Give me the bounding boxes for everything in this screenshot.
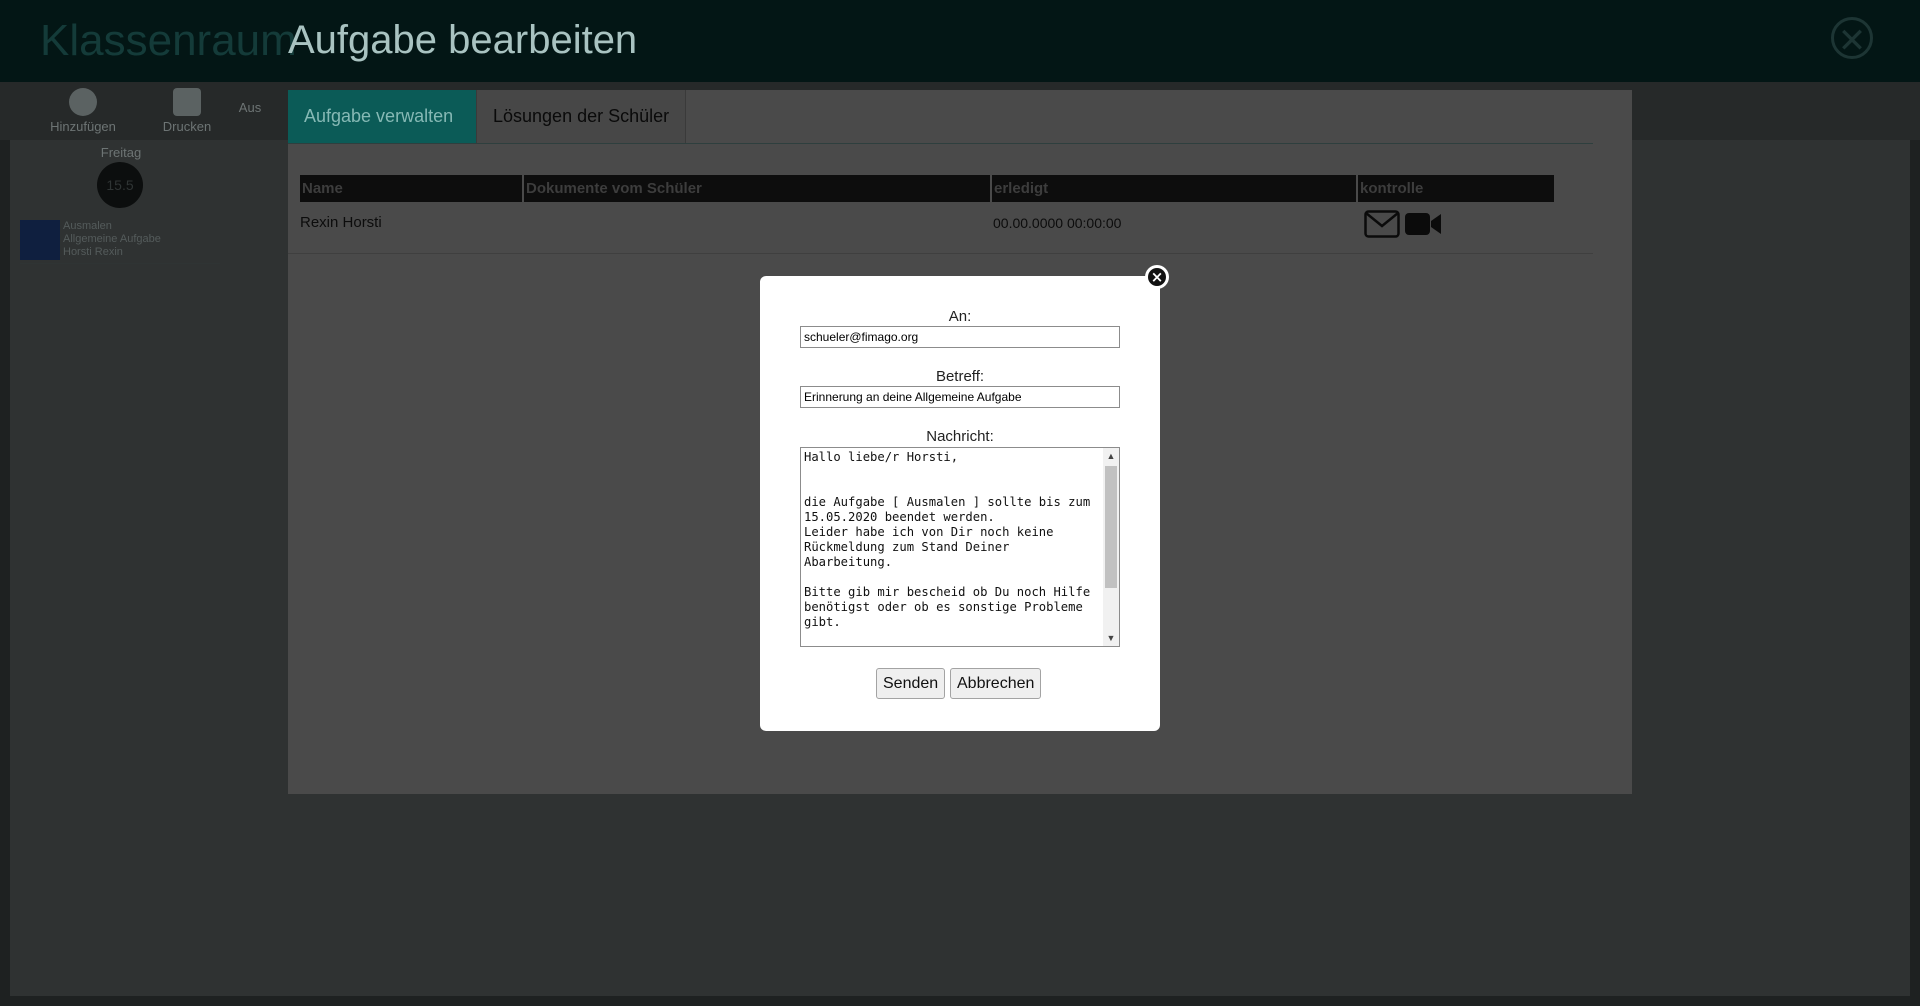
student-name: Rexin Horsti	[300, 214, 382, 231]
message-label: Nachricht:	[926, 428, 994, 445]
close-icon: ✕	[1837, 22, 1867, 60]
divider	[20, 263, 220, 264]
column-kontrolle: kontrolle	[1356, 175, 1554, 202]
task-thumbnail-text: Ausmalen Allgemeine Aufgabe Horsti Rexin	[63, 220, 161, 259]
tab-divider	[288, 143, 1593, 144]
message-textarea[interactable]: Hallo liebe/r Horsti, die Aufgabe [ Ausm…	[800, 447, 1120, 647]
column-documents: Dokumente vom Schüler	[522, 175, 990, 202]
close-icon: ×	[1148, 268, 1166, 286]
subject-field[interactable]	[800, 386, 1120, 408]
message-scrollbar[interactable]: ▲ ▼	[1103, 448, 1119, 646]
task-thumb-line-2: Allgemeine Aufgabe	[63, 233, 161, 245]
task-thumb-line-1: Ausmalen	[63, 220, 112, 232]
envelope-icon[interactable]	[1364, 210, 1400, 243]
modal-title: Aufgabe bearbeiten	[288, 18, 638, 62]
column-name: Name	[302, 180, 343, 197]
send-button[interactable]: Senden	[876, 668, 946, 699]
scroll-up-icon[interactable]: ▲	[1103, 448, 1119, 464]
tab-loesungen-der-schueler[interactable]: Lösungen der Schüler	[476, 90, 686, 143]
message-text: Hallo liebe/r Horsti, die Aufgabe [ Ausm…	[804, 450, 1091, 629]
date-badge: 15.5	[97, 162, 143, 208]
task-thumb-line-3: Horsti Rexin	[63, 246, 123, 258]
task-thumbnail[interactable]	[20, 220, 60, 260]
cancel-button[interactable]: Abbrechen	[950, 668, 1042, 699]
row-divider	[288, 253, 1593, 254]
scrollbar-thumb[interactable]	[1105, 466, 1117, 588]
app-title: Klassenraum	[40, 16, 297, 65]
column-erledigt: erledigt	[990, 175, 1356, 202]
to-field[interactable]	[800, 326, 1120, 348]
add-tool-button[interactable]: Hinzufügen	[38, 88, 128, 134]
email-dialog: An: Betreff: Nachricht: Hallo liebe/r Ho…	[760, 276, 1160, 731]
printer-icon	[173, 88, 201, 116]
plus-icon	[69, 88, 97, 116]
other-tool-button[interactable]: Aus	[230, 100, 270, 115]
table-header: Name Dokumente vom Schüler erledigt kont…	[300, 175, 1554, 202]
completed-timestamp: 00.00.0000 00:00:00	[993, 215, 1122, 231]
print-tool-label: Drucken	[162, 119, 212, 134]
to-label: An:	[948, 308, 972, 325]
scroll-down-icon[interactable]: ▼	[1103, 630, 1119, 646]
close-overlay-button[interactable]: ✕	[1831, 17, 1873, 60]
video-camera-icon[interactable]	[1404, 210, 1442, 243]
print-tool-button[interactable]: Drucken	[142, 88, 232, 134]
add-tool-label: Hinzufügen	[50, 119, 116, 134]
tab-aufgabe-verwalten[interactable]: Aufgabe verwalten	[288, 90, 476, 143]
day-label: Freitag	[100, 145, 142, 160]
table-row: Rexin Horsti 00.00.0000 00:00:00	[300, 208, 1580, 238]
close-dialog-button[interactable]: ×	[1145, 265, 1169, 289]
subject-label: Betreff:	[935, 368, 985, 385]
other-tool-label: Aus	[238, 100, 262, 115]
